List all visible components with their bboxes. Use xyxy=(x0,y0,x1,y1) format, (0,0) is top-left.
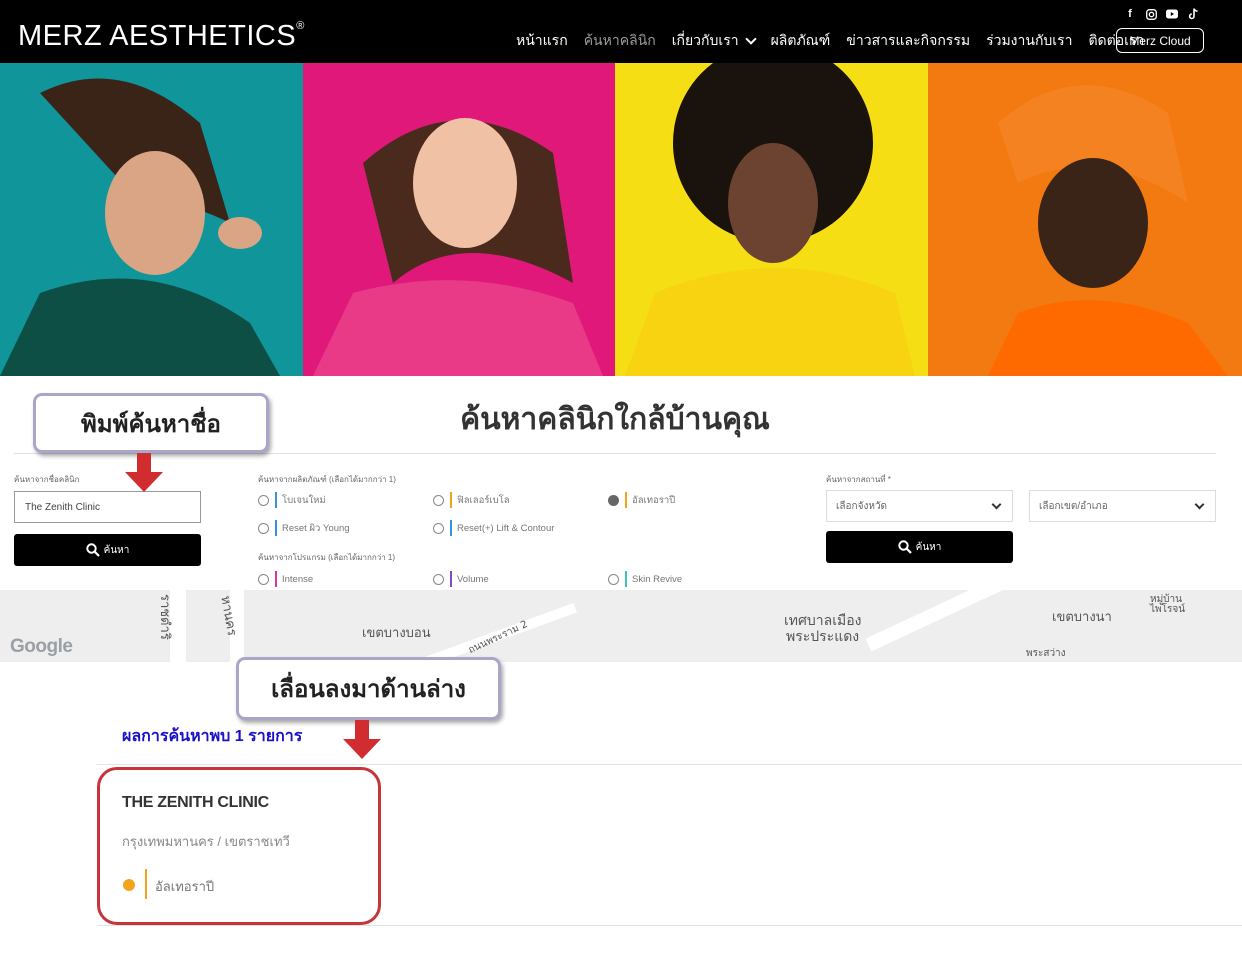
section-divider xyxy=(14,453,1216,454)
clinic-map[interactable]: ราชดำริ หานคร เขตบางบอน ถนนพระราม 2 เทศบ… xyxy=(0,590,1242,662)
hero-panel-orange xyxy=(928,63,1242,376)
merz-cloud-button[interactable]: Merz Cloud xyxy=(1116,28,1204,53)
hero-banner xyxy=(0,63,1242,376)
portrait-image xyxy=(625,63,915,376)
product-option-belotero[interactable]: ฟิลเลอร์เบโล xyxy=(433,492,510,508)
portrait-image xyxy=(313,118,603,376)
product-filter-label: ค้นหาจากผลิตภัณฑ์ (เลือกได้มากกว่า 1) xyxy=(258,475,396,484)
program-color-bar xyxy=(275,571,277,587)
program-option-volume[interactable]: Volume xyxy=(433,571,489,587)
product-color-bar xyxy=(275,520,277,536)
chevron-down-icon xyxy=(991,499,1002,510)
result-count: ผลการค้นหาพบ 1 รายการ xyxy=(122,728,303,745)
result-highlight-box xyxy=(97,767,381,925)
map-label: เขตบางนา xyxy=(1052,610,1112,625)
portrait-image xyxy=(0,78,280,376)
district-select[interactable]: เลือกเขต/อำเภอ xyxy=(1029,490,1216,522)
nav-home[interactable]: หน้าแรก xyxy=(516,30,568,52)
nav-find-clinic[interactable]: ค้นหาคลินิก xyxy=(584,30,656,52)
nav-products[interactable]: ผลิตภัณฑ์ xyxy=(771,30,831,52)
top-navbar: MERZ AESTHETICS® หน้าแรก ค้นหาคลินิก เกี… xyxy=(0,0,1242,63)
youtube-icon[interactable] xyxy=(1166,8,1178,20)
name-search-label: ค้นหาจากชื่อคลินิก xyxy=(14,475,80,484)
nav-about[interactable]: เกี่ยวกับเรา xyxy=(672,30,757,52)
arrow-head xyxy=(125,472,163,492)
location-search-button[interactable]: ค้นหา xyxy=(826,531,1013,563)
hero-panel-teal xyxy=(0,63,303,376)
search-icon xyxy=(85,543,100,557)
radio-button-checked[interactable] xyxy=(608,494,619,506)
results-divider xyxy=(97,925,1242,926)
facebook-icon[interactable]: f xyxy=(1124,8,1136,20)
radio-button[interactable] xyxy=(608,573,619,585)
nav-news[interactable]: ข่าวสารและกิจกรรม xyxy=(846,30,970,52)
program-filter-label: ค้นหาจากโปรแกรม (เลือกได้มากกว่า 1) xyxy=(258,553,396,562)
nav-careers[interactable]: ร่วมงานกับเรา xyxy=(986,30,1072,52)
main-nav: หน้าแรก ค้นหาคลินิก เกี่ยวกับเรา ผลิตภัณ… xyxy=(516,30,1144,52)
callout-scroll-down: เลื่อนลงมาด้านล่าง xyxy=(236,657,501,720)
product-color-bar xyxy=(450,520,452,536)
clinic-name-input[interactable] xyxy=(14,491,201,523)
location-filter-label: ค้นหาจากสถานที่ * xyxy=(826,475,891,484)
product-color-bar xyxy=(625,492,627,508)
callout-type-name: พิมพ์ค้นหาชื่อ xyxy=(33,393,269,453)
portrait-image xyxy=(988,85,1228,376)
results-divider xyxy=(97,764,1242,765)
program-option-skin-revive[interactable]: Skin Revive xyxy=(608,571,682,587)
product-option-ultherapy[interactable]: อัลเทอราปี xyxy=(608,492,675,508)
map-label: พระประแดง xyxy=(786,629,860,645)
hero-panel-yellow xyxy=(615,63,928,376)
arrow-down-icon xyxy=(137,453,151,473)
chevron-down-icon xyxy=(744,33,757,45)
search-icon xyxy=(897,540,912,554)
product-color-bar xyxy=(450,492,452,508)
product-option-reset-young[interactable]: Reset ผิว Young xyxy=(258,520,350,536)
program-option-intense[interactable]: Intense xyxy=(258,571,313,587)
map-label: พระสว่าง xyxy=(1026,648,1066,659)
map-road xyxy=(865,590,1035,652)
product-option-bocouture[interactable]: โบเจนใหม่ xyxy=(258,492,326,508)
arrow-head xyxy=(343,739,381,759)
merz-logo[interactable]: MERZ AESTHETICS® xyxy=(18,20,305,53)
province-select[interactable]: เลือกจังหวัด xyxy=(826,490,1013,522)
map-label: เขตบางบอน xyxy=(362,626,431,641)
instagram-icon[interactable] xyxy=(1145,8,1157,20)
google-logo[interactable]: Google xyxy=(10,636,73,658)
map-label: ไพโรจน์ xyxy=(1150,604,1186,615)
hero-panel-pink xyxy=(303,63,615,376)
map-label: ราชดำริ xyxy=(157,594,172,640)
radio-button[interactable] xyxy=(433,522,444,534)
radio-button[interactable] xyxy=(433,573,444,585)
radio-button[interactable] xyxy=(258,573,269,585)
tiktok-icon[interactable] xyxy=(1187,8,1199,20)
page-title: ค้นหาคลินิกใกล้บ้านคุณ xyxy=(460,403,770,436)
product-color-bar xyxy=(275,492,277,508)
radio-button[interactable] xyxy=(258,522,269,534)
radio-button[interactable] xyxy=(433,494,444,506)
social-links: f xyxy=(1124,8,1199,20)
search-button[interactable]: ค้นหา xyxy=(14,534,201,566)
product-option-reset-lift[interactable]: Reset(+) Lift & Contour xyxy=(433,520,554,536)
radio-button[interactable] xyxy=(258,494,269,506)
program-color-bar xyxy=(450,571,452,587)
program-color-bar xyxy=(625,571,627,587)
arrow-down-icon xyxy=(355,720,369,740)
chevron-down-icon xyxy=(1194,499,1205,510)
